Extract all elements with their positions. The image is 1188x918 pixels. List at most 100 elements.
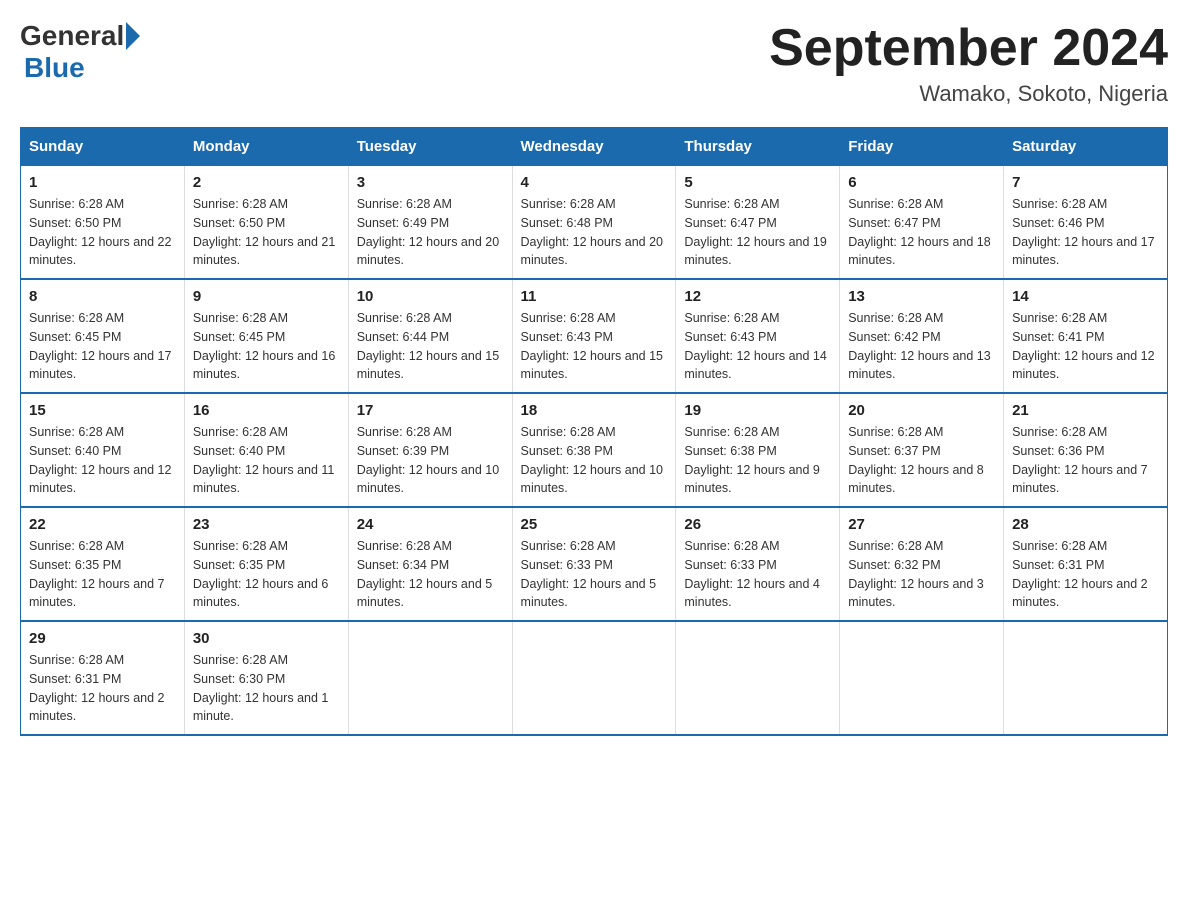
sunset-label: Sunset: 6:33 PM (521, 558, 613, 572)
daylight-label: Daylight: 12 hours and 18 minutes. (848, 235, 990, 268)
daylight-label: Daylight: 12 hours and 13 minutes. (848, 349, 990, 382)
daylight-label: Daylight: 12 hours and 7 minutes. (29, 577, 165, 610)
day-number: 22 (29, 516, 176, 533)
sunset-label: Sunset: 6:43 PM (521, 330, 613, 344)
sunrise-label: Sunrise: 6:28 AM (1012, 197, 1107, 211)
day-number: 3 (357, 174, 504, 191)
calendar-day-cell: 5 Sunrise: 6:28 AM Sunset: 6:47 PM Dayli… (676, 166, 840, 280)
sunset-label: Sunset: 6:36 PM (1012, 444, 1104, 458)
day-info: Sunrise: 6:28 AM Sunset: 6:45 PM Dayligh… (193, 309, 340, 384)
calendar-day-cell: 16 Sunrise: 6:28 AM Sunset: 6:40 PM Dayl… (184, 393, 348, 507)
sunrise-label: Sunrise: 6:28 AM (684, 539, 779, 553)
calendar-day-cell: 8 Sunrise: 6:28 AM Sunset: 6:45 PM Dayli… (21, 279, 185, 393)
day-number: 10 (357, 288, 504, 305)
logo-general: General (20, 20, 124, 52)
sunrise-label: Sunrise: 6:28 AM (1012, 311, 1107, 325)
sunset-label: Sunset: 6:37 PM (848, 444, 940, 458)
sunrise-label: Sunrise: 6:28 AM (684, 197, 779, 211)
sunrise-label: Sunrise: 6:28 AM (848, 539, 943, 553)
sunset-label: Sunset: 6:43 PM (684, 330, 776, 344)
day-info: Sunrise: 6:28 AM Sunset: 6:47 PM Dayligh… (684, 195, 831, 270)
day-info: Sunrise: 6:28 AM Sunset: 6:31 PM Dayligh… (29, 651, 176, 726)
sunrise-label: Sunrise: 6:28 AM (29, 539, 124, 553)
calendar-week-row: 1 Sunrise: 6:28 AM Sunset: 6:50 PM Dayli… (21, 166, 1168, 280)
calendar-day-cell: 6 Sunrise: 6:28 AM Sunset: 6:47 PM Dayli… (840, 166, 1004, 280)
sunset-label: Sunset: 6:46 PM (1012, 216, 1104, 230)
sunset-label: Sunset: 6:31 PM (29, 672, 121, 686)
daylight-label: Daylight: 12 hours and 17 minutes. (29, 349, 171, 382)
sunrise-label: Sunrise: 6:28 AM (29, 653, 124, 667)
calendar-week-row: 15 Sunrise: 6:28 AM Sunset: 6:40 PM Dayl… (21, 393, 1168, 507)
day-info: Sunrise: 6:28 AM Sunset: 6:40 PM Dayligh… (29, 423, 176, 498)
day-number: 16 (193, 402, 340, 419)
day-info: Sunrise: 6:28 AM Sunset: 6:46 PM Dayligh… (1012, 195, 1159, 270)
daylight-label: Daylight: 12 hours and 15 minutes. (357, 349, 499, 382)
daylight-label: Daylight: 12 hours and 11 minutes. (193, 463, 335, 496)
day-info: Sunrise: 6:28 AM Sunset: 6:40 PM Dayligh… (193, 423, 340, 498)
day-number: 12 (684, 288, 831, 305)
sunrise-label: Sunrise: 6:28 AM (1012, 425, 1107, 439)
daylight-label: Daylight: 12 hours and 21 minutes. (193, 235, 335, 268)
day-number: 24 (357, 516, 504, 533)
day-number: 11 (521, 288, 668, 305)
sunrise-label: Sunrise: 6:28 AM (29, 197, 124, 211)
day-info: Sunrise: 6:28 AM Sunset: 6:41 PM Dayligh… (1012, 309, 1159, 384)
sunrise-label: Sunrise: 6:28 AM (29, 311, 124, 325)
day-number: 30 (193, 630, 340, 647)
calendar-day-cell: 10 Sunrise: 6:28 AM Sunset: 6:44 PM Dayl… (348, 279, 512, 393)
calendar-day-cell: 24 Sunrise: 6:28 AM Sunset: 6:34 PM Dayl… (348, 507, 512, 621)
calendar-day-cell (840, 621, 1004, 735)
header-monday: Monday (184, 128, 348, 166)
header-sunday: Sunday (21, 128, 185, 166)
sunset-label: Sunset: 6:40 PM (193, 444, 285, 458)
day-number: 8 (29, 288, 176, 305)
day-info: Sunrise: 6:28 AM Sunset: 6:50 PM Dayligh… (29, 195, 176, 270)
sunset-label: Sunset: 6:42 PM (848, 330, 940, 344)
day-info: Sunrise: 6:28 AM Sunset: 6:43 PM Dayligh… (684, 309, 831, 384)
sunset-label: Sunset: 6:35 PM (193, 558, 285, 572)
calendar-day-cell: 14 Sunrise: 6:28 AM Sunset: 6:41 PM Dayl… (1004, 279, 1168, 393)
header-row: Sunday Monday Tuesday Wednesday Thursday… (21, 128, 1168, 166)
day-number: 13 (848, 288, 995, 305)
calendar-day-cell (1004, 621, 1168, 735)
day-info: Sunrise: 6:28 AM Sunset: 6:44 PM Dayligh… (357, 309, 504, 384)
daylight-label: Daylight: 12 hours and 16 minutes. (193, 349, 335, 382)
day-number: 7 (1012, 174, 1159, 191)
sunset-label: Sunset: 6:45 PM (193, 330, 285, 344)
calendar-day-cell: 17 Sunrise: 6:28 AM Sunset: 6:39 PM Dayl… (348, 393, 512, 507)
sunrise-label: Sunrise: 6:28 AM (848, 197, 943, 211)
sunrise-label: Sunrise: 6:28 AM (357, 425, 452, 439)
day-info: Sunrise: 6:28 AM Sunset: 6:45 PM Dayligh… (29, 309, 176, 384)
sunset-label: Sunset: 6:30 PM (193, 672, 285, 686)
calendar-day-cell: 13 Sunrise: 6:28 AM Sunset: 6:42 PM Dayl… (840, 279, 1004, 393)
daylight-label: Daylight: 12 hours and 6 minutes. (193, 577, 329, 610)
day-number: 18 (521, 402, 668, 419)
daylight-label: Daylight: 12 hours and 2 minutes. (1012, 577, 1148, 610)
day-number: 21 (1012, 402, 1159, 419)
daylight-label: Daylight: 12 hours and 17 minutes. (1012, 235, 1154, 268)
calendar-table: Sunday Monday Tuesday Wednesday Thursday… (20, 127, 1168, 736)
calendar-day-cell: 9 Sunrise: 6:28 AM Sunset: 6:45 PM Dayli… (184, 279, 348, 393)
logo-text: General (20, 20, 142, 52)
logo: General Blue (20, 20, 142, 84)
sunrise-label: Sunrise: 6:28 AM (357, 539, 452, 553)
calendar-week-row: 22 Sunrise: 6:28 AM Sunset: 6:35 PM Dayl… (21, 507, 1168, 621)
sunset-label: Sunset: 6:50 PM (29, 216, 121, 230)
sunset-label: Sunset: 6:49 PM (357, 216, 449, 230)
sunset-label: Sunset: 6:40 PM (29, 444, 121, 458)
sunset-label: Sunset: 6:47 PM (684, 216, 776, 230)
calendar-day-cell: 23 Sunrise: 6:28 AM Sunset: 6:35 PM Dayl… (184, 507, 348, 621)
logo-arrow-icon (126, 22, 140, 50)
sunset-label: Sunset: 6:31 PM (1012, 558, 1104, 572)
sunrise-label: Sunrise: 6:28 AM (684, 425, 779, 439)
sunset-label: Sunset: 6:48 PM (521, 216, 613, 230)
sunset-label: Sunset: 6:41 PM (1012, 330, 1104, 344)
sunset-label: Sunset: 6:47 PM (848, 216, 940, 230)
calendar-day-cell: 27 Sunrise: 6:28 AM Sunset: 6:32 PM Dayl… (840, 507, 1004, 621)
day-info: Sunrise: 6:28 AM Sunset: 6:33 PM Dayligh… (684, 537, 831, 612)
day-info: Sunrise: 6:28 AM Sunset: 6:35 PM Dayligh… (193, 537, 340, 612)
sunrise-label: Sunrise: 6:28 AM (193, 311, 288, 325)
day-number: 27 (848, 516, 995, 533)
calendar-day-cell: 25 Sunrise: 6:28 AM Sunset: 6:33 PM Dayl… (512, 507, 676, 621)
daylight-label: Daylight: 12 hours and 4 minutes. (684, 577, 820, 610)
